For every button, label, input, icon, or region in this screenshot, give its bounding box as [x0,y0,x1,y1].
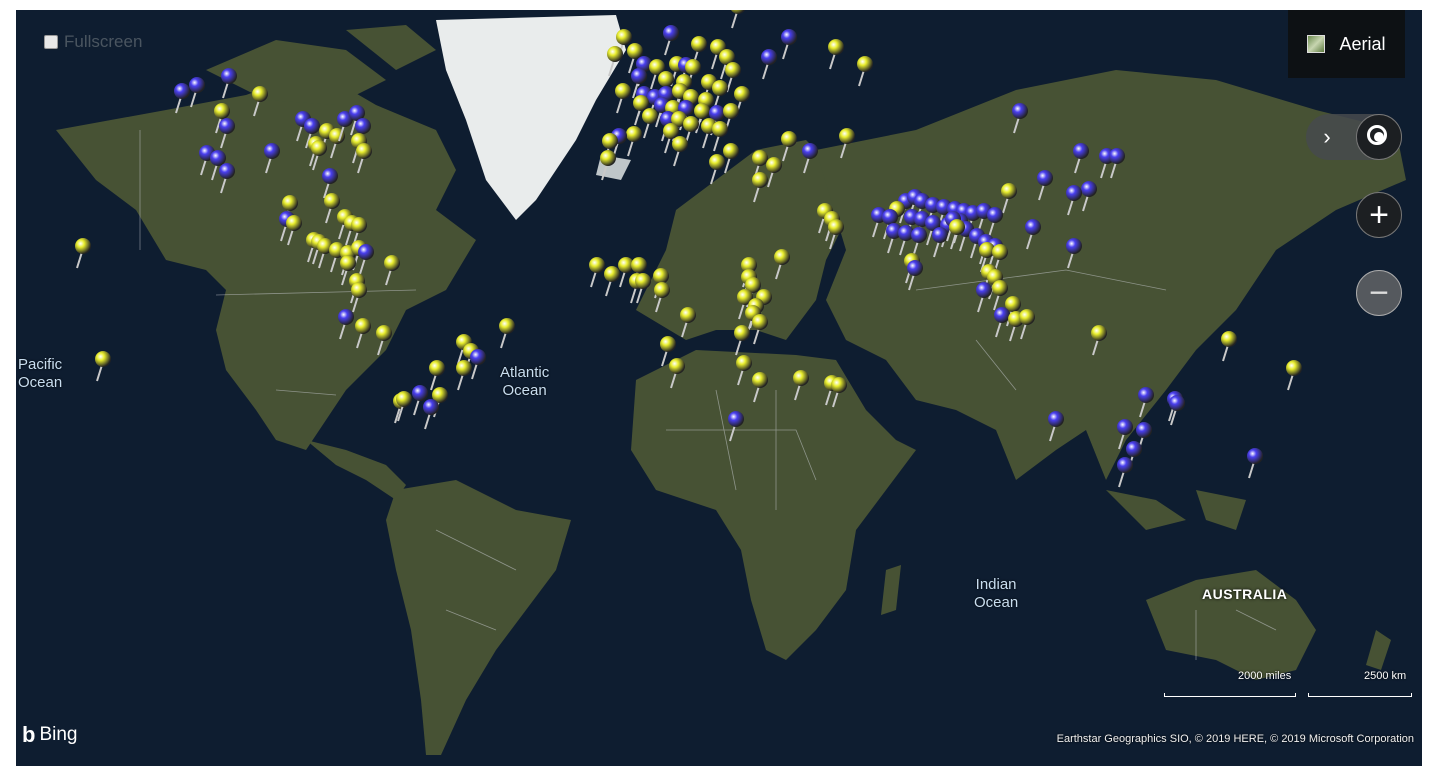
map-pin-icon[interactable] [750,170,770,204]
pacific-line-1: Pacific [18,356,63,373]
map-pin-icon[interactable] [454,358,474,392]
map-pin-icon[interactable] [187,75,207,109]
pacific-ocean-label: Pacific Ocean [18,356,62,392]
map-pin-icon[interactable] [1219,329,1239,363]
atlantic-ocean-label: Atlantic Ocean [500,364,549,400]
map-pin-icon[interactable] [219,66,239,100]
indian-line-1: Indian [975,576,1017,593]
map-pin-icon[interactable] [262,141,282,175]
map-pin-icon[interactable] [217,161,237,195]
map-pin-icon[interactable] [374,323,394,357]
map-pin-icon[interactable] [905,258,925,292]
map-pin-icon[interactable] [947,217,967,251]
map-pin-icon[interactable] [1115,455,1135,489]
map-pin-icon[interactable] [1107,146,1127,180]
map-pin-icon[interactable] [1010,101,1030,135]
fullscreen-toggle[interactable]: Fullscreen [44,32,142,52]
scale-miles-bar [1164,693,1296,697]
map-pin-icon[interactable] [829,375,849,409]
zoom-out-icon[interactable]: − [1356,270,1402,316]
scale-km-label: 2500 km [1364,670,1407,682]
map-pin-icon[interactable] [217,116,237,150]
map-pin-icon[interactable] [394,389,414,423]
map-pin-icon[interactable] [652,280,672,314]
map-pin-icon[interactable] [633,271,653,305]
australia-label: AUSTRALIA [1202,586,1288,602]
map-pin-icon[interactable] [250,84,270,118]
scale-miles-label: 2000 miles [1238,670,1292,682]
fullscreen-label: Fullscreen [64,32,143,51]
map-pin-icon[interactable] [678,305,698,339]
map-type-selector[interactable]: Aerial [1288,10,1405,78]
locate-me-icon[interactable] [1356,114,1402,160]
map-pin-icon[interactable] [354,141,374,175]
map-pin-icon[interactable] [826,217,846,251]
bing-logo[interactable]: b Bing [22,722,77,748]
map-pin-icon[interactable] [1064,236,1084,270]
map-pin-icon[interactable] [707,152,727,186]
map-pin-icon[interactable] [1245,446,1265,480]
scale-km-bar [1308,693,1412,697]
pacific-line-2: Ocean [18,374,63,391]
map-canvas[interactable]: Pacific Ocean Atlantic Ocean Indian Ocea… [16,10,1422,766]
bing-label: Bing [39,724,78,745]
atlantic-line-1: Atlantic [500,364,550,381]
map-pin-icon[interactable] [421,397,441,431]
map-pin-icon[interactable] [382,253,402,287]
attribution: Earthstar Geographics SIO, © 2019 HERE, … [1056,733,1414,745]
map-pin-icon[interactable] [93,349,113,383]
map-pin-icon[interactable] [284,213,304,247]
map-pin-icon[interactable] [497,316,517,350]
map-pin-icon[interactable] [613,81,633,115]
map-pin-icon[interactable] [772,247,792,281]
chevron-right-icon[interactable]: › [1316,126,1338,148]
map-pin-icon[interactable] [587,255,607,289]
map-pin-icon[interactable] [1136,385,1156,419]
aerial-icon [1307,35,1326,53]
map-pin-icon[interactable] [661,23,681,57]
map-pin-icon[interactable] [779,129,799,163]
map-pin-icon[interactable] [779,27,799,61]
map-pin-icon[interactable] [855,54,875,88]
map-pin-icon[interactable] [826,37,846,71]
map-type-label: Aerial [1339,33,1386,54]
map-pin-icon[interactable] [726,409,746,443]
map-pin-icon[interactable] [791,368,811,402]
map-pin-icon[interactable] [353,316,373,350]
map-pin-icon[interactable] [73,236,93,270]
map-pin-icon[interactable] [728,10,748,30]
map-pin-icon[interactable] [1064,183,1084,217]
map-pin-icon[interactable] [598,148,618,182]
map-pin-icon[interactable] [750,370,770,404]
map-pin-icon[interactable] [1089,323,1109,357]
map-pin-icon[interactable] [670,134,690,168]
map-pin-icon[interactable] [605,44,625,78]
bing-logo-icon: b [22,722,36,747]
atlantic-line-2: Ocean [502,382,547,399]
map-pin-icon[interactable] [759,47,779,81]
map-pin-icon[interactable] [1284,358,1304,392]
map-pin-icon[interactable] [1046,409,1066,443]
checkbox-icon[interactable] [44,35,58,49]
indian-ocean-label: Indian Ocean [974,576,1018,612]
map-pin-icon[interactable] [1023,217,1043,251]
zoom-in-icon[interactable]: + [1356,192,1402,238]
map-pin-icon[interactable] [837,126,857,160]
indian-line-2: Ocean [974,594,1019,611]
map-pin-icon[interactable] [1071,141,1091,175]
map-pin-icon[interactable] [800,141,820,175]
map-pin-icon[interactable] [1035,168,1055,202]
map-pin-icon[interactable] [1017,307,1037,341]
map-pin-icon[interactable] [667,356,687,390]
map-pin-icon[interactable] [750,312,770,346]
map-pin-icon[interactable] [1167,393,1187,427]
map-pin-icon[interactable] [974,280,994,314]
